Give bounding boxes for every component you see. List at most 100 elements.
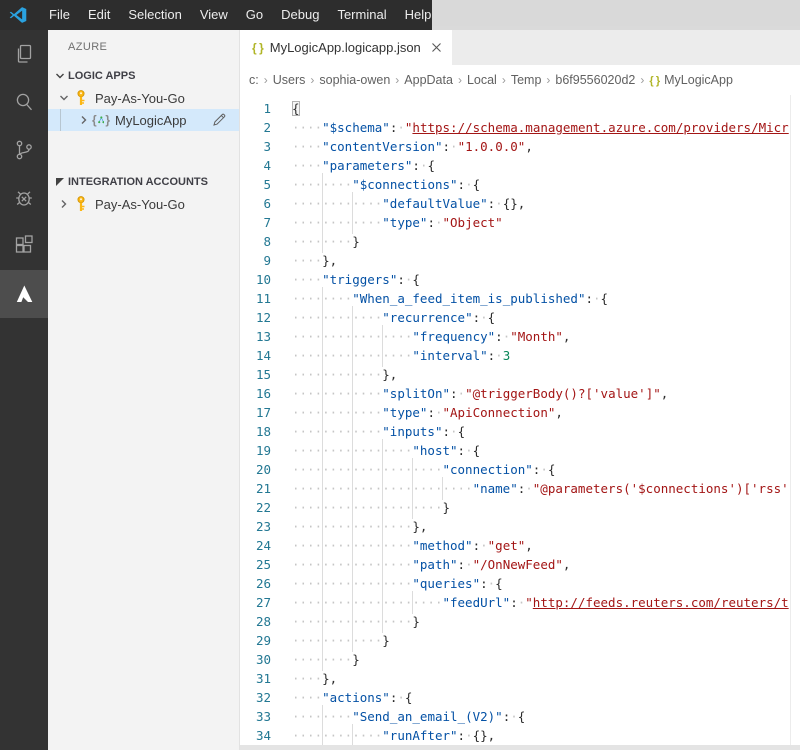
extensions-icon[interactable] <box>0 222 48 270</box>
code-line[interactable]: 19················"host":·{ <box>240 441 800 460</box>
code-line[interactable]: 15············}, <box>240 365 800 384</box>
search-icon[interactable] <box>0 78 48 126</box>
chevron-right-icon[interactable] <box>76 115 92 125</box>
code-line[interactable]: 26················"queries":·{ <box>240 574 800 593</box>
code-line[interactable]: 1{ <box>240 99 800 118</box>
indent-whitespace: ···· <box>322 308 352 327</box>
code-line-content: ························"name":·"@parame… <box>292 479 789 498</box>
tree-item-pay-as-you-go-2[interactable]: Pay-As-You-Go <box>48 193 239 215</box>
code-line[interactable]: 4····"parameters":·{ <box>240 156 800 175</box>
code-line[interactable]: 31····}, <box>240 669 800 688</box>
indent-whitespace: ···· <box>322 289 352 308</box>
breadcrumb-item[interactable]: { }MyLogicApp <box>649 73 733 87</box>
token-punct: : <box>473 310 481 325</box>
explorer-icon[interactable] <box>0 30 48 78</box>
menu-selection[interactable]: Selection <box>119 0 190 30</box>
token-punct: }, <box>382 367 397 382</box>
code-line[interactable]: 29············} <box>240 631 800 650</box>
token-punct: : <box>427 215 435 230</box>
code-line[interactable]: 32····"actions":·{ <box>240 688 800 707</box>
code-line[interactable]: 11········"When_a_feed_item_is_published… <box>240 289 800 308</box>
indent-whitespace: ···· <box>292 612 322 631</box>
breadcrumb-item[interactable]: Temp <box>511 73 542 87</box>
menu-debug[interactable]: Debug <box>272 0 328 30</box>
menu-terminal[interactable]: Terminal <box>328 0 395 30</box>
code-line[interactable]: 3····"contentVersion":·"1.0.0.0", <box>240 137 800 156</box>
code-line[interactable]: 14················"interval":·3 <box>240 346 800 365</box>
code-line[interactable]: 7············"type":·"Object" <box>240 213 800 232</box>
indent-whitespace: ···· <box>322 384 352 403</box>
line-number: 7 <box>240 213 292 232</box>
indent-whitespace: ···· <box>292 441 322 460</box>
breadcrumb-item[interactable]: c: <box>249 73 259 87</box>
code-line[interactable]: 33········"Send_an_email_(V2)":·{ <box>240 707 800 726</box>
code-line[interactable]: 27····················"feedUrl":·"http:/… <box>240 593 800 612</box>
source-control-icon[interactable] <box>0 126 48 174</box>
code-line[interactable]: 13················"frequency":·"Month", <box>240 327 800 346</box>
token-key: "When_a_feed_item_is_published" <box>352 291 585 306</box>
menu-edit[interactable]: Edit <box>79 0 119 30</box>
indent-whitespace: ···· <box>292 327 322 346</box>
code-line[interactable]: 6············"defaultValue":·{}, <box>240 194 800 213</box>
breadcrumb-item[interactable]: sophia-owen <box>319 73 390 87</box>
sidebar-title: AZURE <box>48 30 239 65</box>
code-line[interactable]: 12············"recurrence":·{ <box>240 308 800 327</box>
horizontal-scrollbar[interactable] <box>240 745 800 750</box>
breadcrumb-separator-icon: › <box>390 73 404 87</box>
token-punct: { <box>548 462 556 477</box>
token-ws: · <box>450 139 458 154</box>
breadcrumb-item[interactable]: AppData <box>404 73 453 87</box>
code-line[interactable]: 24················"method":·"get", <box>240 536 800 555</box>
code-line[interactable]: 30········} <box>240 650 800 669</box>
code-line[interactable]: 10····"triggers":·{ <box>240 270 800 289</box>
code-line[interactable]: 21························"name":·"@para… <box>240 479 800 498</box>
indent-whitespace: ···· <box>292 460 322 479</box>
breadcrumb-item[interactable]: Users <box>273 73 306 87</box>
token-key: "actions" <box>322 690 390 705</box>
key-icon <box>72 90 90 106</box>
line-number: 29 <box>240 631 292 650</box>
code-line[interactable]: 18············"inputs":·{ <box>240 422 800 441</box>
tree-item-pay-as-you-go[interactable]: Pay-As-You-Go <box>48 87 239 109</box>
code-line[interactable]: 34············"runAfter":·{}, <box>240 726 800 745</box>
code-line[interactable]: 25················"path":·"/OnNewFeed", <box>240 555 800 574</box>
section-integration-accounts[interactable]: INTEGRATION ACCOUNTS <box>48 171 239 193</box>
indent-whitespace: ···· <box>352 194 382 213</box>
code-line[interactable]: 9····}, <box>240 251 800 270</box>
azure-icon[interactable] <box>0 270 48 318</box>
indent-whitespace: ···· <box>322 460 352 479</box>
menu-file[interactable]: File <box>40 0 79 30</box>
indent-whitespace: ···· <box>292 384 322 403</box>
code-line[interactable]: 17············"type":·"ApiConnection", <box>240 403 800 422</box>
menu-go[interactable]: Go <box>237 0 272 30</box>
indent-whitespace: ···· <box>292 517 322 536</box>
menu-view[interactable]: View <box>191 0 237 30</box>
code-editor[interactable]: 1{2····"$schema":·"https://schema.manage… <box>240 95 800 750</box>
tab-bar: { } MyLogicApp.logicapp.json <box>240 30 800 65</box>
line-number: 34 <box>240 726 292 745</box>
code-line[interactable]: 20····················"connection":·{ <box>240 460 800 479</box>
code-line[interactable]: 8········} <box>240 232 800 251</box>
close-icon[interactable] <box>431 42 442 53</box>
indent-whitespace: ···· <box>382 517 412 536</box>
tree-item-mylogicapp[interactable]: {} MyLogicApp <box>48 109 239 131</box>
code-line[interactable]: 2····"$schema":·"https://schema.manageme… <box>240 118 800 137</box>
code-line[interactable]: 22····················} <box>240 498 800 517</box>
chevron-right-icon[interactable] <box>56 199 72 209</box>
debug-icon[interactable] <box>0 174 48 222</box>
breadcrumb-item[interactable]: b6f9556020d2 <box>555 73 635 87</box>
edit-pencil-icon[interactable] <box>212 112 227 130</box>
code-line[interactable]: 16············"splitOn":·"@triggerBody()… <box>240 384 800 403</box>
token-str: "ApiConnection" <box>443 405 556 420</box>
indent-whitespace: ···· <box>292 346 322 365</box>
breadcrumb-separator-icon: › <box>497 73 511 87</box>
code-line[interactable]: 23················}, <box>240 517 800 536</box>
code-line[interactable]: 5········"$connections":·{ <box>240 175 800 194</box>
tab-mylogicapp-json[interactable]: { } MyLogicApp.logicapp.json <box>240 30 452 65</box>
breadcrumb-item[interactable]: Local <box>467 73 497 87</box>
token-key: "type" <box>382 405 427 420</box>
token-punct: , <box>563 557 571 572</box>
code-line[interactable]: 28················} <box>240 612 800 631</box>
section-logic-apps[interactable]: LOGIC APPS <box>48 65 239 87</box>
chevron-down-icon[interactable] <box>56 93 72 103</box>
